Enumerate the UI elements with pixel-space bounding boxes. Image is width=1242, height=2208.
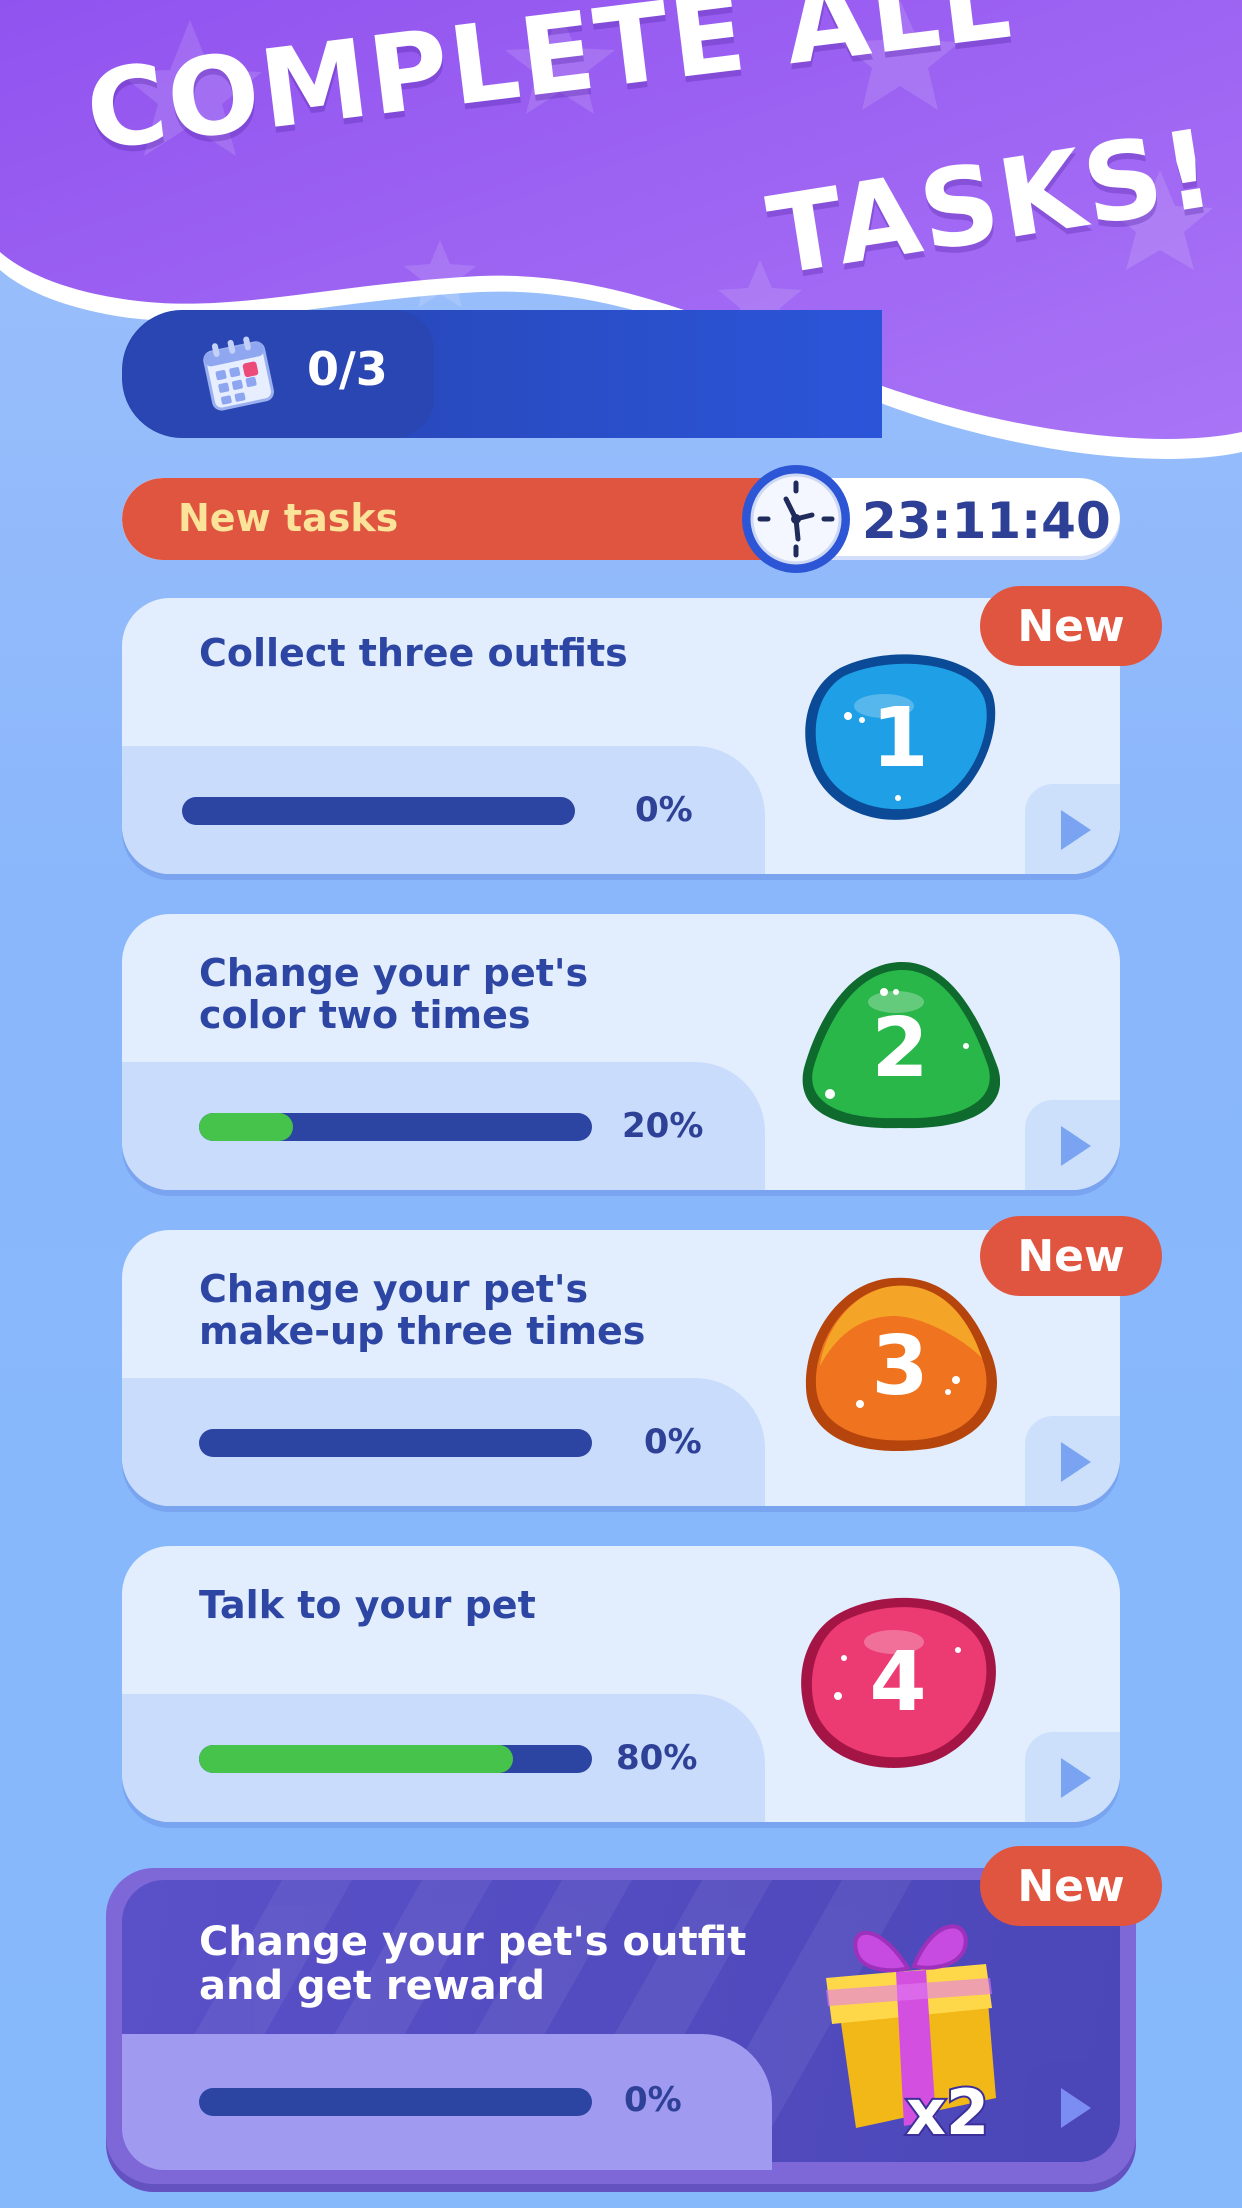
task-progress-fill (199, 1113, 294, 1141)
timer-label: New tasks (178, 496, 399, 540)
task-title: Change your pet's make-up three times (199, 1267, 646, 1353)
task-number-2: 2 (800, 958, 1001, 1138)
clock-icon (742, 465, 850, 573)
task-progress-percent: 20% (622, 1106, 704, 1146)
task-progress-percent: 80% (616, 1738, 698, 1778)
play-arrow-icon (1061, 1758, 1091, 1798)
play-arrow-icon (1061, 1126, 1091, 1166)
task-progress-bar (199, 1113, 592, 1141)
task-number-3: 3 (800, 1276, 1000, 1456)
task-progress-percent: 0% (635, 790, 693, 830)
tasks-counter: 0/3 (122, 310, 434, 438)
play-arrow-icon (1061, 2088, 1091, 2128)
reward-go-button[interactable] (1025, 2062, 1120, 2162)
play-arrow-icon (1061, 810, 1091, 850)
task-progress-fill (199, 1745, 514, 1773)
calendar-icon (203, 336, 275, 411)
reward-progress-bar (199, 2088, 592, 2116)
new-badge: New (980, 586, 1162, 666)
play-arrow-icon (1061, 1442, 1091, 1482)
task-progress-bar (199, 1429, 592, 1457)
task-number-label: 3 (871, 1318, 929, 1414)
task-title: Change your pet's color two times (199, 951, 589, 1037)
task-progress-bar (199, 1745, 592, 1773)
task-number-1: 1 (800, 648, 1000, 828)
task-go-button[interactable] (1025, 784, 1120, 874)
task-go-button[interactable] (1025, 1416, 1120, 1506)
new-badge: New (980, 1846, 1162, 1926)
task-go-button[interactable] (1025, 1732, 1120, 1822)
new-badge: New (980, 1216, 1162, 1296)
task-progress-percent: 0% (644, 1422, 702, 1462)
reward-task-title: Change your pet's outfit and get reward (199, 1919, 747, 2009)
gift-icon: x2 (826, 1924, 996, 2148)
reward-progress-percent: 0% (624, 2080, 682, 2120)
task-number-label: 1 (871, 690, 929, 786)
timer-countdown: 23:11:40 (862, 492, 1111, 550)
reward-task-card[interactable]: Change your pet's outfit and get reward … (106, 1868, 1136, 2184)
task-number-label: 2 (871, 1000, 929, 1096)
task-title: Talk to your pet (199, 1583, 536, 1627)
task-number-4: 4 (798, 1592, 998, 1772)
task-title: Collect three outfits (199, 631, 628, 675)
gift-multiplier: x2 (906, 2076, 989, 2148)
task-go-button[interactable] (1025, 1100, 1120, 1190)
task-progress-bar (182, 797, 575, 825)
tasks-progress-count: 0/3 (307, 342, 388, 396)
new-tasks-timer: New tasks 23:11:40 (122, 478, 1120, 560)
task-number-label: 4 (869, 1634, 927, 1730)
